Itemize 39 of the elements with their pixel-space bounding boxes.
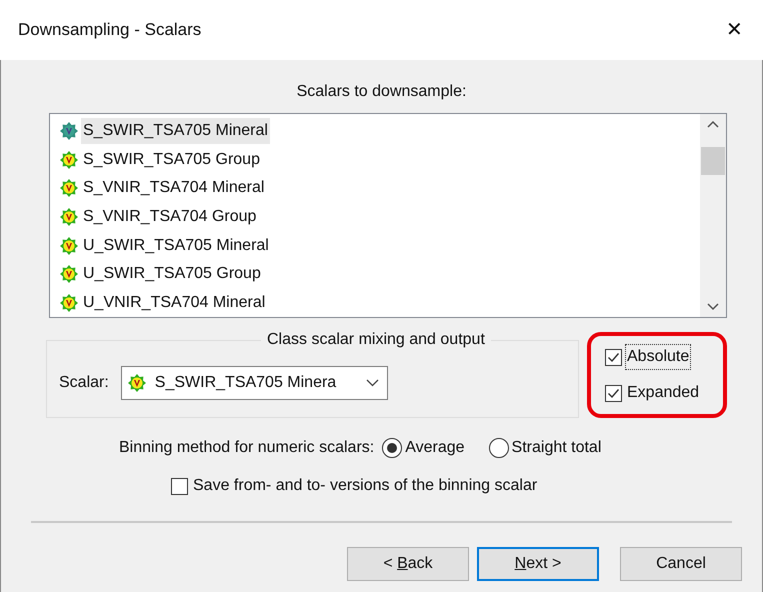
dialog-button[interactable]: < Back xyxy=(347,547,469,581)
checkbox[interactable] xyxy=(605,384,622,402)
list-item[interactable]: U_SWIR_TSA705 Mineral xyxy=(81,232,271,259)
dialog-button[interactable]: Next > xyxy=(477,547,599,581)
list-heading: Scalars to downsample: xyxy=(296,82,466,102)
checkbox-label[interactable]: Save from- and to- versions of the binning scalar xyxy=(193,474,538,498)
list-item[interactable]: U_VNIR_TSA704 Mineral xyxy=(81,290,268,316)
star-icon xyxy=(59,264,79,284)
checkmark-icon xyxy=(607,386,620,400)
star-icon xyxy=(126,373,147,393)
star-icon xyxy=(59,121,79,142)
star-icon xyxy=(59,292,79,313)
list-item[interactable]: S_SWIR_TSA705 Group xyxy=(81,146,262,173)
scrollbar[interactable] xyxy=(700,114,726,317)
star-icon xyxy=(59,207,79,228)
chevron-down-icon xyxy=(366,379,379,387)
window-title: Downsampling - Scalars xyxy=(18,19,202,42)
star-icon xyxy=(59,236,79,256)
scalar-label: Scalar: xyxy=(59,373,109,393)
dialog-button[interactable]: Cancel xyxy=(620,547,742,581)
radio-button[interactable] xyxy=(488,438,509,458)
list-item[interactable]: S_VNIR_TSA704 Mineral xyxy=(81,175,266,202)
checkmark-icon xyxy=(607,350,620,364)
star-icon xyxy=(59,150,79,170)
checkbox[interactable] xyxy=(171,478,188,494)
star-icon xyxy=(59,178,79,198)
binning-label: Binning method for numeric scalars: xyxy=(119,438,374,458)
radio-label[interactable]: Average xyxy=(405,436,465,460)
scalar-dropdown[interactable]: S_SWIR_TSA705 Minera xyxy=(120,366,388,400)
checkbox-label[interactable]: Absolute xyxy=(625,344,692,370)
checkbox[interactable] xyxy=(605,348,622,366)
list-item[interactable]: U_SWIR_TSA705 Group xyxy=(81,261,263,288)
radio-label[interactable]: Straight total xyxy=(512,436,602,460)
scroll-thumb[interactable] xyxy=(701,146,725,174)
checkbox-label[interactable]: Expanded xyxy=(625,380,702,406)
close-button[interactable]: ✕ xyxy=(722,15,747,45)
list-item[interactable]: S_VNIR_TSA704 Group xyxy=(81,204,258,230)
list-item[interactable]: S_SWIR_TSA705 Mineral xyxy=(81,118,270,144)
radio-button[interactable] xyxy=(382,438,402,458)
